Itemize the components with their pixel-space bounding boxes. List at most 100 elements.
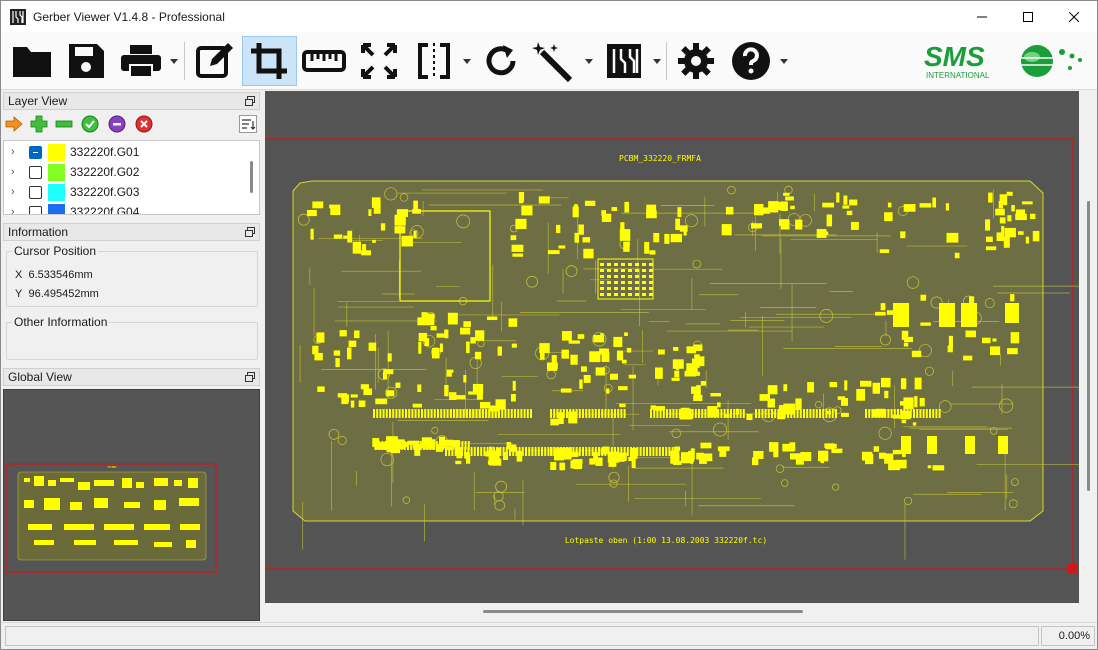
undock-icon[interactable]: [245, 372, 255, 382]
arrow-right-icon[interactable]: [5, 115, 23, 133]
settings-button[interactable]: [673, 36, 719, 86]
pcb-pad: [373, 409, 375, 418]
magic-wand-button[interactable]: [529, 36, 579, 86]
pcb-pad: [391, 441, 393, 450]
pcb-pad: [417, 384, 422, 392]
layer-checkbox[interactable]: [29, 185, 42, 199]
undock-icon[interactable]: [245, 227, 255, 237]
expand-chevron-icon[interactable]: ›: [11, 206, 19, 214]
global-view-canvas[interactable]: PCBM: [3, 389, 260, 621]
pcb-pad: [841, 412, 849, 417]
pcb-pad: [649, 447, 652, 456]
add-layer-icon[interactable]: [30, 115, 48, 133]
pcb-pad: [836, 192, 840, 203]
expand-chevron-icon[interactable]: ›: [11, 166, 19, 178]
pcb-pad: [598, 409, 600, 418]
pcb-pad: [762, 207, 771, 214]
remove-layer-icon[interactable]: [55, 115, 73, 133]
sort-layers-icon[interactable]: [239, 115, 257, 133]
pcb-pad: [806, 409, 809, 418]
crop-button[interactable]: [242, 36, 297, 86]
save-button[interactable]: [63, 36, 109, 86]
layer-color-swatch[interactable]: [48, 183, 65, 201]
mirror-button[interactable]: [410, 36, 458, 86]
pcb-pad: [416, 441, 419, 450]
layer-row[interactable]: › 332220f.G03: [4, 182, 249, 202]
uncheck-all-icon[interactable]: [135, 115, 153, 133]
measure-button[interactable]: [300, 36, 348, 86]
layer-row[interactable]: › 332220f.G02: [4, 162, 249, 182]
layer-row[interactable]: › 332220f.G01: [4, 142, 249, 162]
layer-color-swatch[interactable]: [48, 143, 65, 161]
pcb-pad: [559, 447, 562, 456]
pcb-pad: [410, 441, 413, 450]
gerber-canvas[interactable]: PCBM_332220_FRMFA Lotpaste oben (1:00 13…: [265, 91, 1079, 603]
pcb-pad: [662, 409, 665, 418]
help-dropdown-arrow[interactable]: [780, 59, 788, 65]
edit-button[interactable]: [191, 36, 237, 86]
pcb-pad: [820, 455, 825, 464]
pcb-pad: [473, 447, 476, 456]
pcb-pad: [394, 226, 406, 234]
pcb-pad: [881, 409, 883, 418]
pcb-pad: [560, 388, 572, 393]
pcb-pad: [919, 397, 925, 407]
pcb-pad: [461, 447, 463, 456]
canvas-vertical-scrollbar[interactable]: [1079, 91, 1097, 603]
layer-color-swatch[interactable]: [48, 163, 65, 181]
undock-icon[interactable]: [245, 96, 255, 106]
pcb-pad: [485, 409, 488, 418]
pcb-pad: [483, 447, 486, 456]
horizontal-scroll-thumb[interactable]: [483, 610, 803, 613]
pcb-pad: [831, 409, 834, 418]
layer-list-scrollbar[interactable]: [250, 161, 253, 193]
print-dropdown-arrow[interactable]: [170, 59, 178, 65]
pcb-pad: [559, 409, 562, 418]
layer-color-swatch[interactable]: [48, 203, 65, 214]
expand-chevron-icon[interactable]: ›: [11, 186, 19, 198]
pcb-pad: [777, 409, 780, 418]
pcb-pad: [1011, 205, 1015, 212]
pcb-pad: [572, 409, 575, 418]
pcb-pad: [764, 409, 767, 418]
pcb-pad: [897, 409, 899, 418]
minimize-button[interactable]: [959, 1, 1005, 32]
toolbar-separator: [666, 42, 667, 80]
maximize-button[interactable]: [1005, 1, 1051, 32]
pcb-pad: [780, 219, 790, 230]
pcb-pad: [758, 409, 761, 418]
pcb-pad: [488, 409, 491, 418]
check-all-icon[interactable]: [81, 115, 99, 133]
rotate-button[interactable]: [478, 36, 524, 86]
partial-check-icon[interactable]: [108, 115, 126, 133]
vertical-scroll-thumb[interactable]: [1087, 201, 1090, 491]
open-button[interactable]: [9, 36, 55, 86]
pcb-pad: [646, 447, 648, 456]
expand-chevron-icon[interactable]: ›: [11, 146, 19, 158]
layer-checkbox[interactable]: [29, 145, 42, 159]
print-button[interactable]: [117, 36, 165, 86]
help-button[interactable]: [728, 36, 774, 86]
pcb-pad: [510, 394, 516, 402]
layer-row[interactable]: › 332220f.G04: [4, 202, 249, 214]
mirror-dropdown-arrow[interactable]: [463, 59, 471, 65]
pcb-pad: [998, 436, 1008, 454]
pcb-pad: [375, 441, 377, 450]
global-view-header: Global View: [3, 368, 260, 386]
pcb-pad: [444, 384, 449, 397]
pcb-pad: [995, 208, 1005, 216]
close-button[interactable]: [1051, 1, 1097, 32]
pcb-pad: [614, 281, 618, 284]
magic-dropdown-arrow[interactable]: [585, 59, 593, 65]
pcb-pad: [400, 441, 403, 450]
layers-button[interactable]: [601, 36, 647, 86]
pcb-pad: [466, 341, 470, 354]
fit-to-screen-button[interactable]: [355, 36, 403, 86]
pcb-pad: [642, 281, 646, 284]
pcb-pad: [457, 447, 460, 456]
layer-checkbox[interactable]: [29, 165, 42, 179]
pcb-pad: [569, 447, 572, 456]
layers-dropdown-arrow[interactable]: [653, 59, 661, 65]
layer-checkbox[interactable]: [29, 205, 42, 214]
canvas-horizontal-scrollbar[interactable]: [265, 603, 1079, 621]
